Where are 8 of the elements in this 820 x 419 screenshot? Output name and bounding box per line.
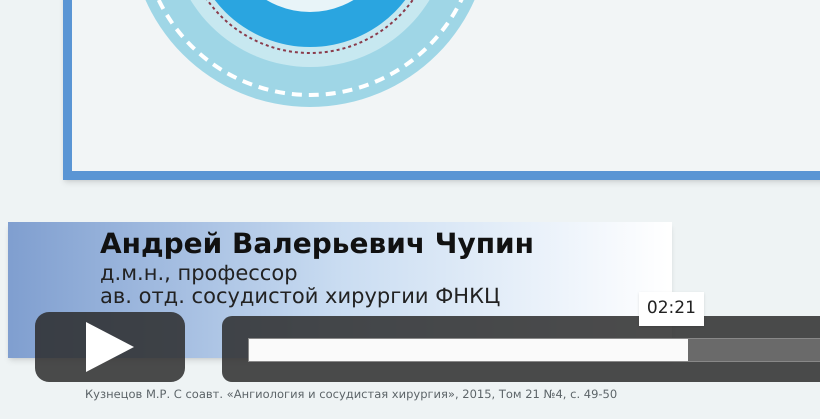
speaker-title: д.м.н., профессор	[100, 262, 298, 285]
speaker-name: Андрей Валерьевич Чупин	[100, 226, 535, 262]
time-tooltip: 02:21	[638, 292, 704, 326]
progress-track[interactable]	[248, 338, 820, 362]
citation-text: Кузнецов М.Р. С соавт. «Ангиология и сосудистая хирургия», 2015, Том 21 №4, с. 49-50	[85, 386, 618, 403]
play-button[interactable]	[35, 312, 185, 382]
play-icon	[86, 322, 134, 372]
speaker-title: ав. отд. сосудистой хирургии ФНКЦ	[100, 285, 500, 308]
